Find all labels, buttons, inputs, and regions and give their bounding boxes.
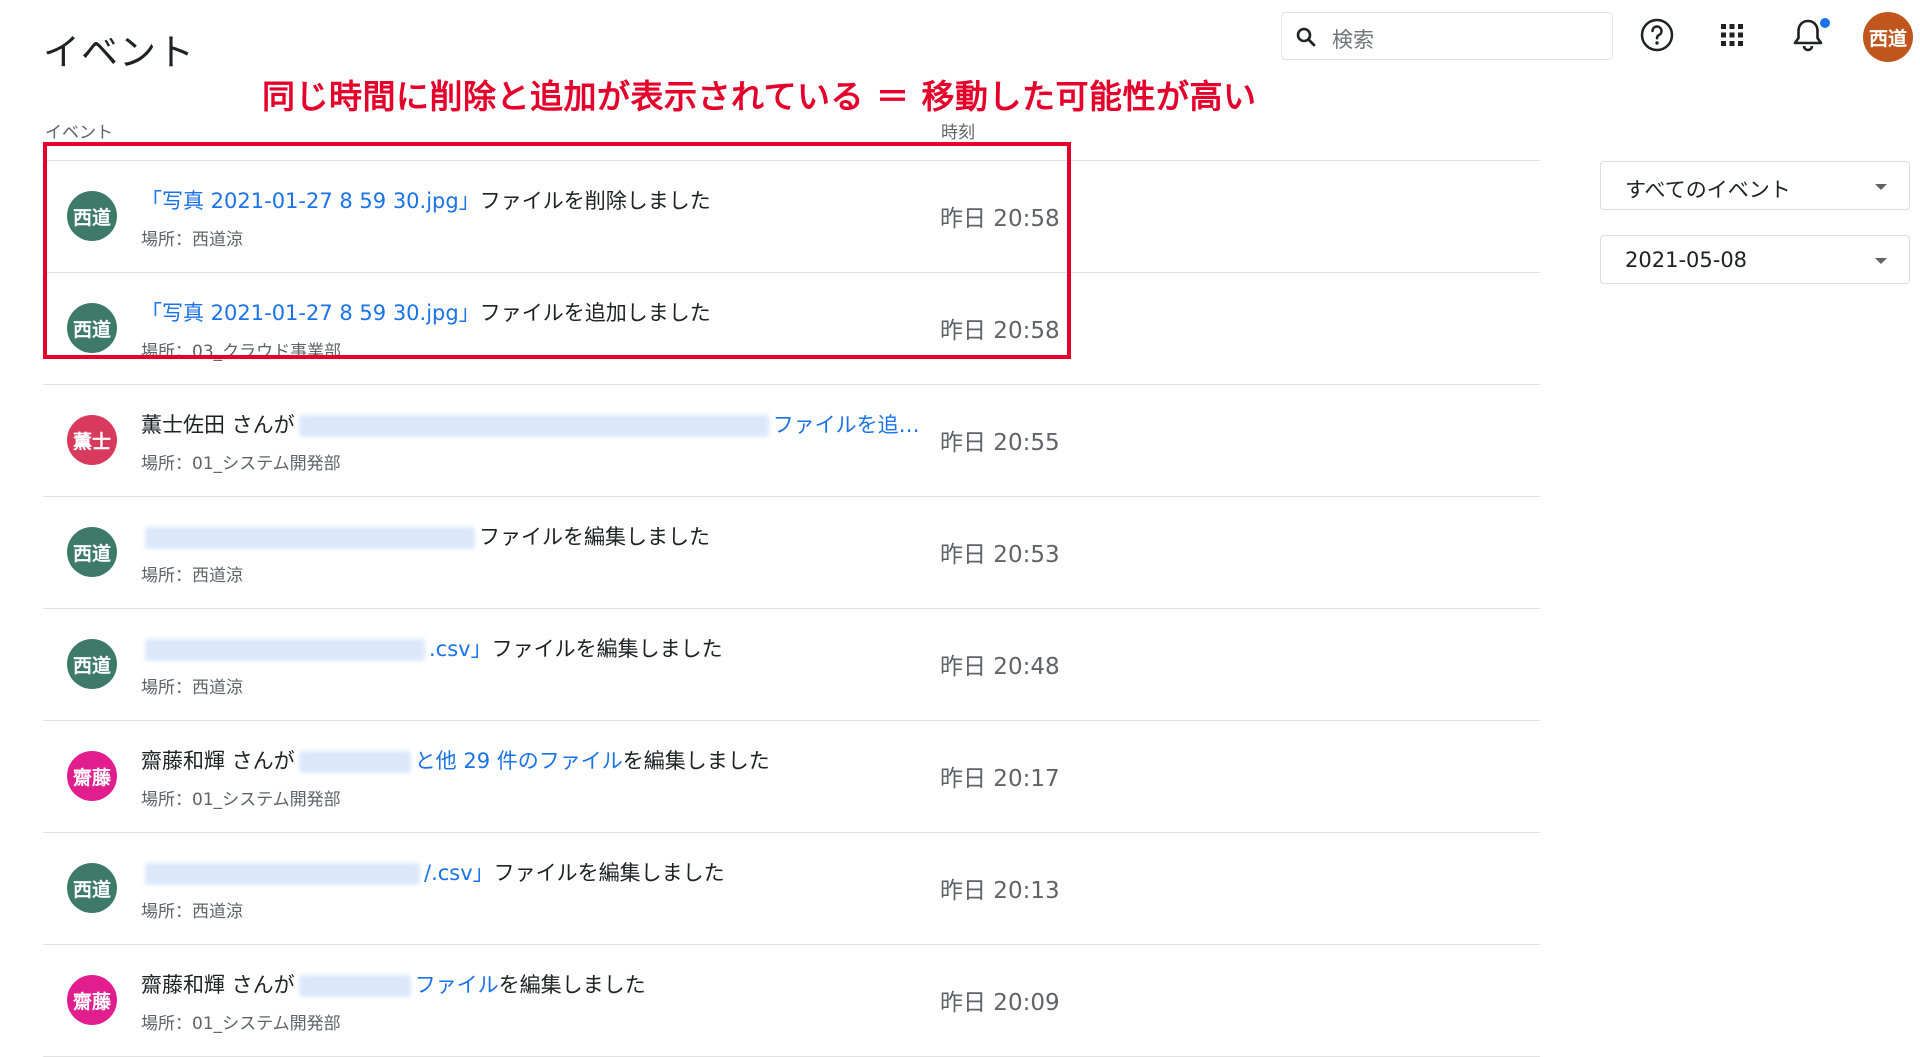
event-description: .csv」ファイルを編集しました (141, 633, 971, 663)
event-location: 場所：01_システム開発部 (141, 790, 341, 810)
file-link[interactable]: ファイル (415, 973, 499, 997)
event-description: 齋藤和輝 さんが と他 29 件のファイルを編集しました (141, 745, 971, 775)
event-row[interactable]: 西道 ファイルを編集しました 場所：西道涼 昨日 20:53 (43, 496, 1540, 608)
blurred-filename (145, 527, 475, 549)
file-link[interactable]: ファイルを追… (773, 413, 920, 437)
event-row[interactable]: 西道 .csv」ファイルを編集しました 場所：西道涼 昨日 20:48 (43, 608, 1540, 720)
event-row[interactable]: 齋藤 齋藤和輝 さんが と他 29 件のファイルを編集しました 場所：01_システ… (43, 720, 1540, 832)
event-description: 薫士佐田 さんが ファイルを追… (141, 409, 971, 439)
date-filter[interactable]: 2021-05-08 (1600, 235, 1910, 284)
event-location: 場所：03_クラウド事業部 (141, 342, 342, 362)
event-action: を編集しました (498, 973, 646, 997)
event-time: 昨日 20:53 (940, 542, 1060, 568)
notification-dot (1818, 16, 1832, 30)
event-location: 場所：西道涼 (141, 230, 243, 250)
file-link[interactable]: 「写真 2021-01-27 8 59 30.jpg」 (141, 189, 480, 213)
dropdown-arrow-icon (1875, 258, 1887, 264)
event-description: 「写真 2021-01-27 8 59 30.jpg」ファイルを削除しました (141, 185, 971, 215)
event-location: 場所：西道涼 (141, 678, 243, 698)
column-header-time: 時刻 (941, 123, 975, 143)
event-time: 昨日 20:58 (940, 206, 1060, 232)
event-type-filter-value: すべてのイベント (1625, 178, 1791, 202)
file-link[interactable]: 「写真 2021-01-27 8 59 30.jpg」 (141, 301, 480, 325)
file-link[interactable]: /.csv」 (424, 861, 494, 885)
page-title: イベント (43, 31, 195, 74)
event-description: 「写真 2021-01-27 8 59 30.jpg」ファイルを追加しました (141, 297, 971, 327)
event-actor: 薫士佐田 さんが (141, 413, 295, 437)
event-action: ファイルを編集しました (479, 525, 710, 549)
event-list: 西道 「写真 2021-01-27 8 59 30.jpg」ファイルを削除しまし… (43, 160, 1540, 1057)
event-location: 場所：01_システム開発部 (141, 1014, 341, 1034)
event-action: ファイルを追加しました (479, 301, 711, 325)
event-time: 昨日 20:48 (940, 654, 1060, 680)
search-icon (1294, 25, 1318, 49)
avatar: 西道 (67, 303, 117, 353)
blurred-filename (145, 639, 425, 661)
blurred-filename (298, 975, 411, 997)
event-description: ファイルを編集しました (141, 521, 971, 551)
blurred-filename (145, 863, 420, 885)
avatar: 西道 (67, 639, 117, 689)
column-header-event: イベント (45, 123, 113, 143)
help-icon[interactable] (1636, 14, 1678, 56)
avatar: 西道 (67, 863, 117, 913)
event-location: 場所：01_システム開発部 (141, 454, 341, 474)
search-input[interactable]: 検索 (1332, 24, 1374, 54)
avatar: 薫士 (67, 415, 117, 465)
event-time: 昨日 20:17 (940, 766, 1060, 792)
event-description: 齋藤和輝 さんが ファイルを編集しました (141, 969, 971, 999)
event-row[interactable]: 西道 「写真 2021-01-27 8 59 30.jpg」ファイルを追加しまし… (43, 272, 1540, 384)
avatar: 西道 (67, 191, 117, 241)
search-box[interactable]: 検索 (1281, 12, 1613, 60)
date-filter-value: 2021-05-08 (1625, 248, 1748, 272)
event-row[interactable]: 西道 /.csv」ファイルを編集しました 場所：西道涼 昨日 20:13 (43, 832, 1540, 944)
event-actor: 齋藤和輝 さんが (141, 749, 295, 773)
event-actor: 齋藤和輝 さんが (141, 973, 295, 997)
avatar: 齋藤 (67, 975, 117, 1025)
event-type-filter[interactable]: すべてのイベント (1600, 161, 1910, 210)
annotation-text: 同じ時間に削除と追加が表示されている ＝ 移動した可能性が高い (262, 77, 1257, 116)
event-location: 場所：西道涼 (141, 566, 243, 586)
event-row[interactable]: 薫士 薫士佐田 さんが ファイルを追… 場所：01_システム開発部 昨日 20:5… (43, 384, 1540, 496)
event-time: 昨日 20:58 (940, 318, 1060, 344)
event-row[interactable]: 西道 「写真 2021-01-27 8 59 30.jpg」ファイルを削除しまし… (43, 160, 1540, 272)
event-time: 昨日 20:09 (940, 990, 1060, 1016)
file-link[interactable]: .csv」 (429, 637, 492, 661)
event-action: ファイルを削除しました (479, 189, 711, 213)
apps-grid-icon[interactable] (1711, 14, 1753, 56)
event-action: ファイルを編集しました (491, 637, 723, 661)
blurred-filename (298, 751, 411, 773)
dropdown-arrow-icon (1875, 184, 1887, 190)
event-time: 昨日 20:13 (940, 878, 1060, 904)
avatar: 齋藤 (67, 751, 117, 801)
event-row[interactable]: 齋藤 齋藤和輝 さんが ファイルを編集しました 場所：01_システム開発部 昨日 … (43, 944, 1540, 1057)
event-description: /.csv」ファイルを編集しました (141, 857, 971, 887)
event-action: ファイルを編集しました (493, 861, 725, 885)
event-location: 場所：西道涼 (141, 902, 243, 922)
event-action: を編集しました (622, 749, 770, 773)
file-link[interactable]: と他 29 件のファイル (415, 749, 623, 773)
avatar: 西道 (67, 527, 117, 577)
event-time: 昨日 20:55 (940, 430, 1060, 456)
user-avatar[interactable]: 西道 (1863, 12, 1913, 62)
blurred-filename (298, 415, 769, 437)
